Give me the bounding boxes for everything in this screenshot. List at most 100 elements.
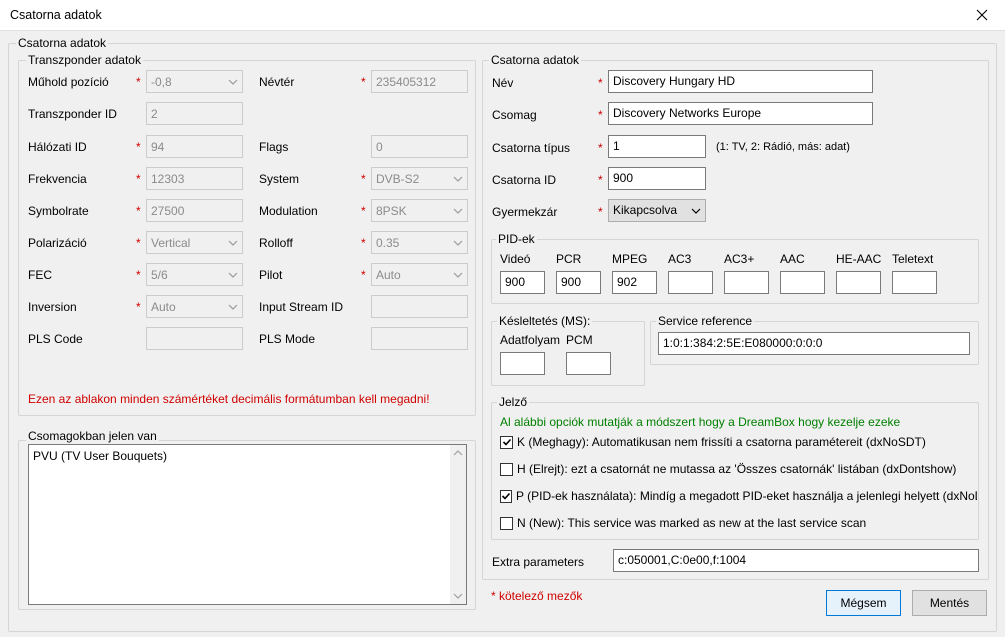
input-stream-id-field[interactable]	[371, 295, 468, 318]
symbolrate-field[interactable]: 27500	[146, 199, 243, 222]
name-field[interactable]: Discovery Hungary HD	[608, 70, 873, 93]
decimal-warning: Ezen az ablakon minden számértéket decim…	[28, 392, 430, 406]
required-mark: *	[136, 75, 141, 89]
stream-delay-field[interactable]	[500, 352, 545, 375]
pid-aac-field[interactable]	[780, 271, 825, 294]
pls-mode-label: PLS Mode	[259, 332, 316, 346]
channel-type-field[interactable]: 1	[608, 135, 706, 158]
system-select[interactable]: DVB-S2	[371, 167, 468, 190]
pcm-delay-label: PCM	[566, 333, 593, 347]
flag-hide-checkbox[interactable]: H (Elrejt): ezt a csatornát ne mutassa a…	[500, 461, 977, 477]
pid-label-ac3: AC3	[668, 252, 692, 266]
pid-legend: PID-ek	[496, 232, 537, 246]
packages-scrollbar[interactable]	[450, 445, 466, 604]
packages-listbox[interactable]: PVU (TV User Bouquets)	[28, 444, 467, 605]
pid-he-aac-field[interactable]	[836, 271, 881, 294]
required-mark: *	[136, 204, 141, 218]
pls-code-field[interactable]	[146, 327, 243, 350]
pid-label-pcr: PCR	[556, 252, 582, 266]
inversion-label: Inversion	[28, 300, 77, 314]
pid-label-ac3plus: AC3+	[724, 252, 755, 266]
fec-value: 5/6	[151, 268, 168, 282]
parental-lock-select[interactable]: Kikapcsolva	[608, 199, 706, 222]
cancel-button[interactable]: Mégsem	[826, 590, 901, 616]
required-mark: *	[136, 268, 141, 282]
package-item[interactable]: PVU (TV User Bouquets)	[33, 449, 167, 463]
network-id-field[interactable]: 94	[146, 135, 243, 158]
rolloff-value: 0.35	[376, 236, 400, 250]
close-icon[interactable]	[959, 0, 1005, 30]
scroll-up-icon[interactable]	[453, 449, 463, 457]
chevron-down-icon	[453, 272, 463, 278]
inversion-value: Auto	[151, 300, 176, 314]
extra-parameters-field[interactable]: c:050001,C:0e00,f:1004	[613, 549, 979, 572]
transponder-legend: Transzponder adatok	[26, 53, 143, 67]
required-mark: *	[598, 141, 603, 155]
network-id-label: Hálózati ID	[28, 140, 87, 154]
checkbox-checked[interactable]	[500, 435, 513, 449]
required-mark: *	[361, 236, 366, 250]
satellite-position-select[interactable]: -0,8	[146, 70, 243, 93]
required-mark: *	[361, 268, 366, 282]
transponder-id-field[interactable]: 2	[146, 102, 243, 125]
pid-ac3plus-field[interactable]	[724, 271, 769, 294]
input-stream-id-label: Input Stream ID	[259, 300, 344, 314]
rolloff-select[interactable]: 0.35	[371, 231, 468, 254]
save-button[interactable]: Mentés	[912, 590, 987, 616]
pid-label-video: Videó	[500, 252, 531, 266]
checkbox-unchecked[interactable]	[500, 462, 513, 476]
pid-label-mpeg: MPEG	[612, 252, 648, 266]
flags-field[interactable]: 0	[371, 135, 468, 158]
pls-mode-field[interactable]	[371, 327, 468, 350]
required-mark: *	[136, 300, 141, 314]
pid-teletext-field[interactable]	[892, 271, 937, 294]
scroll-down-icon[interactable]	[453, 592, 463, 600]
fec-select[interactable]: 5/6	[146, 263, 243, 286]
service-reference-field[interactable]: 1:0:1:384:2:5E:E080000:0:0:0	[658, 332, 970, 355]
flag-new-checkbox[interactable]: N (New): This service was marked as new …	[500, 515, 977, 531]
modulation-select[interactable]: 8PSK	[371, 199, 468, 222]
chevron-down-icon	[228, 79, 238, 85]
pilot-select[interactable]: Auto	[371, 263, 468, 286]
title-bar: Csatorna adatok	[0, 0, 1005, 31]
rolloff-label: Rolloff	[259, 236, 293, 250]
flags-legend: Jelző	[497, 395, 530, 409]
channel-id-field[interactable]: 900	[608, 167, 706, 190]
system-value: DVB-S2	[376, 172, 420, 186]
namespace-field[interactable]: 235405312	[371, 70, 468, 93]
checkbox-checked[interactable]	[500, 489, 512, 503]
main-group-legend: Csatorna adatok	[16, 36, 109, 50]
required-mark: *	[361, 75, 366, 89]
required-fields-note: * kötelező mezők	[491, 589, 583, 603]
required-mark: *	[136, 172, 141, 186]
flag-pids-checkbox[interactable]: P (PID-ek használata): Mindíg a megadott…	[500, 488, 977, 504]
inversion-select[interactable]: Auto	[146, 295, 243, 318]
frequency-field[interactable]: 12303	[146, 167, 243, 190]
chevron-down-icon	[228, 240, 238, 246]
pcm-delay-field[interactable]	[566, 352, 611, 375]
parental-lock-label: Gyermekzár	[492, 205, 558, 219]
package-field[interactable]: Discovery Networks Europe	[608, 102, 873, 125]
check-icon	[501, 492, 511, 500]
pilot-value: Auto	[376, 268, 401, 282]
pid-ac3-field[interactable]	[668, 271, 713, 294]
service-reference-legend: Service reference	[656, 314, 755, 328]
polarization-label: Polarizáció	[28, 236, 87, 250]
flag-keep-checkbox[interactable]: K (Meghagy): Automatikusan nem frissíti …	[500, 434, 977, 450]
required-mark: *	[136, 140, 141, 154]
chevron-down-icon	[691, 208, 701, 214]
required-mark: *	[598, 205, 603, 219]
pid-pcr-field[interactable]: 900	[556, 271, 601, 294]
pid-mpeg-field[interactable]: 902	[612, 271, 657, 294]
flags-label: Flags	[259, 140, 289, 154]
checkbox-unchecked[interactable]	[500, 516, 513, 530]
pid-video-field[interactable]: 900	[500, 271, 545, 294]
flag-keep-label: K (Meghagy): Automatikusan nem frissíti …	[517, 435, 926, 449]
chevron-down-icon	[453, 176, 463, 182]
transponder-id-label: Transzponder ID	[28, 107, 117, 121]
satellite-position-value: -0,8	[151, 75, 172, 89]
channel-legend: Csatorna adatok	[489, 53, 582, 67]
packages-legend: Csomagokban jelen van	[26, 429, 159, 443]
polarization-select[interactable]: Vertical	[146, 231, 243, 254]
required-mark: *	[598, 108, 603, 122]
